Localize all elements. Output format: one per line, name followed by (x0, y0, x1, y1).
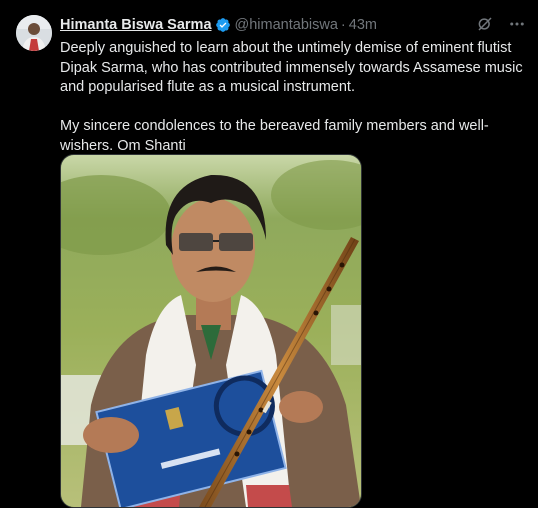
tweet-media-photo[interactable] (60, 154, 362, 508)
tweet-paragraph-1: Deeply anguished to learn about the unti… (60, 40, 523, 95)
more-icon[interactable] (508, 15, 526, 33)
author-handle[interactable]: @himantabiswa (235, 17, 338, 33)
author-name[interactable]: Himanta Biswa Sarma (60, 17, 212, 33)
grok-icon[interactable] (476, 15, 494, 33)
tweet-actions (476, 15, 526, 33)
tweet-text: Deeply anguished to learn about the unti… (60, 39, 530, 156)
tweet-timestamp[interactable]: 43m (349, 17, 377, 33)
author-avatar[interactable] (16, 15, 52, 51)
tweet-paragraph-2: My sincere condolences to the bereaved f… (60, 118, 489, 154)
tweet-header: Himanta Biswa Sarma @himantabiswa · 43m (60, 15, 526, 35)
tweet[interactable]: Himanta Biswa Sarma @himantabiswa · 43m (0, 0, 538, 508)
separator-dot: · (340, 17, 346, 33)
verified-badge-icon (215, 17, 231, 33)
